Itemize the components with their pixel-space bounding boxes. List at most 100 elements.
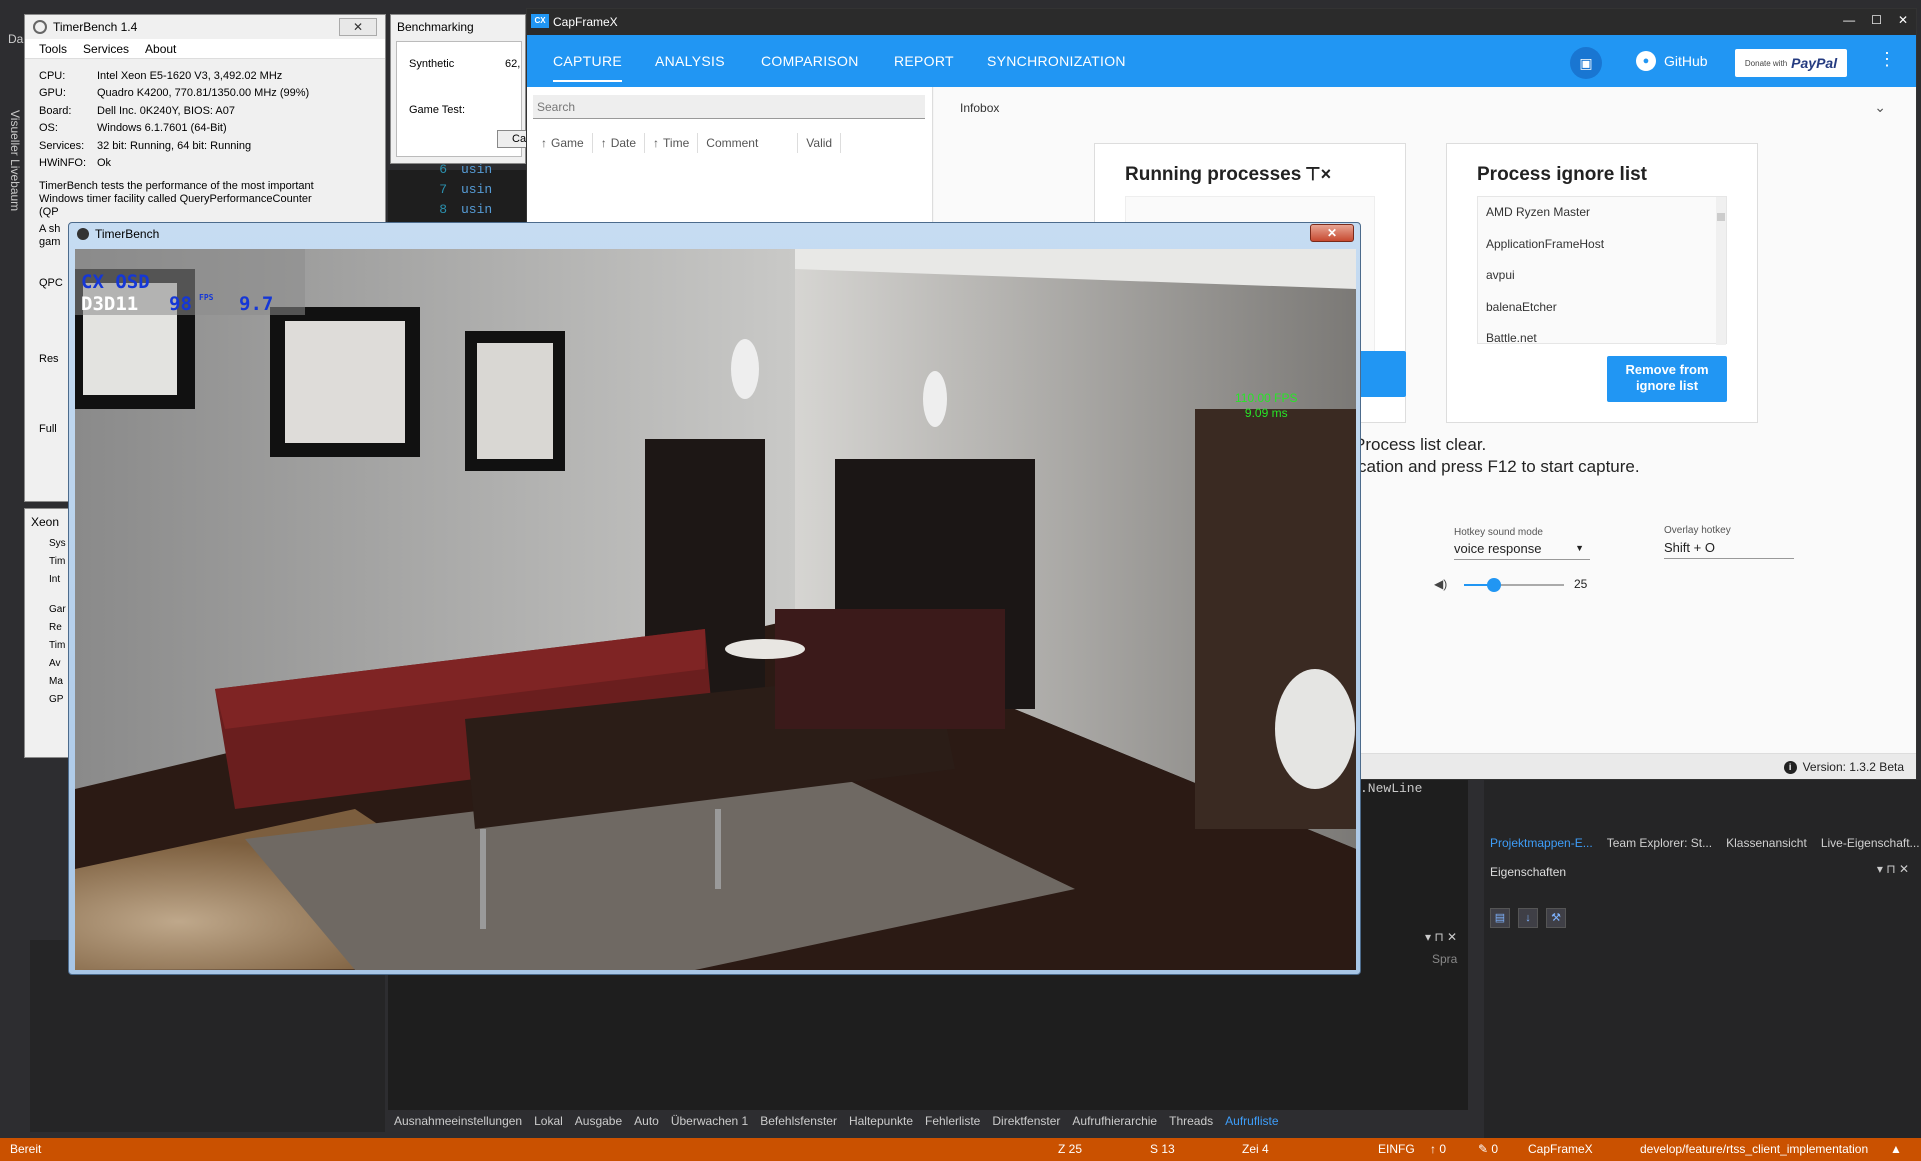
status-push-count[interactable]: ↑ 0 [1430, 1142, 1446, 1156]
tab-synchronization[interactable]: SYNCHRONIZATION [987, 53, 1126, 69]
tab-error-list[interactable]: Fehlerliste [925, 1114, 980, 1128]
info-value: Ok [97, 157, 112, 170]
tab-report[interactable]: REPORT [894, 53, 954, 69]
scrollbar-thumb[interactable] [1717, 213, 1725, 221]
menu-tools[interactable]: Tools [39, 42, 67, 56]
menu-services[interactable]: Services [83, 42, 129, 56]
speaker-icon: ◀) [1434, 577, 1448, 591]
capframex-titlebar: CX CapFrameX — ☐ ✕ [527, 9, 1916, 35]
desc-line: Windows timer facility called QueryPerfo… [39, 193, 312, 205]
version-info: i Version: 1.3.2 Beta [1783, 760, 1904, 774]
filter-clear-icon[interactable]: ⊤× [1305, 164, 1331, 185]
info-value: Windows 6.1.7601 (64-Bit) [97, 122, 227, 135]
wrench-icon[interactable]: ⚒ [1546, 908, 1566, 928]
vs-left-label: Da [8, 32, 24, 46]
column-label: Date [610, 136, 637, 150]
tab-immediate[interactable]: Direktfenster [992, 1114, 1060, 1128]
hotkey-sound-select[interactable]: voice response ▼ [1454, 541, 1590, 560]
tab-breakpoints[interactable]: Haltepunkte [849, 1114, 913, 1128]
tab-exception-settings[interactable]: Ausnahmeeinstellungen [394, 1114, 522, 1128]
tab-output[interactable]: Ausgabe [575, 1114, 622, 1128]
tab-class-view[interactable]: Klassenansicht [1726, 836, 1807, 850]
screenshot-icon[interactable]: ▣ [1570, 47, 1602, 79]
tab-capture[interactable]: CAPTURE [553, 53, 622, 82]
process-ignore-title: Process ignore list [1477, 164, 1648, 185]
close-button[interactable]: ✕ [339, 18, 377, 36]
process-ignore-list[interactable]: AMD Ryzen Master ApplicationFrameHost av… [1477, 196, 1727, 345]
visual-tree-tab[interactable]: Visueller Livebaum [8, 110, 22, 211]
status-changes-count[interactable]: ✎ 0 [1478, 1142, 1498, 1156]
code-keyword: usin [461, 202, 493, 217]
status-caret-icon[interactable]: ▲ [1890, 1142, 1902, 1156]
add-to-ignore-button[interactable] [1354, 351, 1406, 397]
status-branch[interactable]: develop/feature/rtss_client_implementati… [1640, 1142, 1868, 1156]
tab-comparison[interactable]: COMPARISON [761, 53, 859, 69]
close-icon[interactable]: ✕ [1898, 13, 1908, 27]
column-time[interactable]: ↑ Time [645, 133, 699, 153]
status-message-1: Process list clear. [1354, 435, 1487, 454]
minimize-icon[interactable]: — [1843, 13, 1855, 27]
column-game[interactable]: ↑ Game [533, 133, 593, 153]
sort-icon: ↑ [541, 136, 547, 150]
properties-controls[interactable]: ▾ ⊓ ✕ [1877, 862, 1909, 876]
synthetic-value: 62, [505, 58, 521, 70]
running-processes-title: Running processes [1125, 164, 1302, 185]
capframex-title: CapFrameX [553, 15, 618, 29]
full-label: Full [39, 423, 57, 435]
categorized-icon[interactable]: ▤ [1490, 908, 1510, 928]
list-item[interactable]: avpui [1478, 260, 1726, 292]
cancel-button[interactable]: Ca [497, 130, 527, 148]
close-button[interactable]: ✕ [1310, 224, 1354, 242]
list-item[interactable]: balenaEtcher [1478, 292, 1726, 324]
solution-tabs: Projektmappen-E... Team Explorer: St... … [1484, 832, 1920, 854]
volume-value: 25 [1574, 577, 1588, 591]
tab-call-hierarchy[interactable]: Aufrufhierarchie [1072, 1114, 1157, 1128]
list-item[interactable]: ApplicationFrameHost [1478, 229, 1726, 261]
tab-command-window[interactable]: Befehlsfenster [760, 1114, 837, 1128]
github-label: GitHub [1664, 53, 1708, 69]
game-test-label: Game Test: [409, 104, 466, 116]
tab-watch[interactable]: Überwachen 1 [671, 1114, 748, 1128]
overlay-frametime: 9.09 ms [1244, 406, 1288, 420]
chevron-down-icon[interactable]: ⌄ [1874, 99, 1886, 116]
panel-language-label: Spra [1432, 952, 1458, 966]
tab-locals[interactable]: Lokal [534, 1114, 563, 1128]
search-input[interactable]: Search [533, 95, 925, 119]
process-ignore-card: Process ignore list AMD Ryzen Master App… [1446, 143, 1758, 423]
tab-threads[interactable]: Threads [1169, 1114, 1213, 1128]
tab-live-properties[interactable]: Live-Eigenschaft... [1821, 836, 1920, 850]
info-icon: i [1783, 760, 1797, 774]
overlay-hotkey-input[interactable]: Shift + O [1664, 540, 1794, 559]
more-menu-icon[interactable]: ⋮ [1878, 49, 1896, 70]
column-comment[interactable]: Comment [698, 133, 799, 153]
column-valid[interactable]: Valid [798, 133, 842, 153]
remove-from-ignore-button[interactable]: Remove from ignore list [1607, 356, 1727, 402]
status-line: Z 25 [1058, 1142, 1083, 1156]
tab-solution-explorer[interactable]: Projektmappen-E... [1490, 836, 1593, 850]
tab-autos[interactable]: Auto [634, 1114, 659, 1128]
column-date[interactable]: ↑ Date [593, 133, 646, 153]
status-column: S 13 [1150, 1142, 1175, 1156]
render-titlebar: TimerBench [77, 227, 159, 241]
github-link[interactable]: ● GitHub [1636, 51, 1708, 71]
menu-about[interactable]: About [145, 42, 176, 56]
benchmarking-window: Benchmarking Synthetic 62, Game Test: Ca [390, 14, 527, 164]
list-item[interactable]: AMD Ryzen Master [1478, 197, 1726, 229]
capframex-logo: CX [531, 14, 549, 28]
properties-title: Eigenschaften [1490, 865, 1567, 879]
alphabetical-icon[interactable]: ↓ [1518, 908, 1538, 928]
tab-team-explorer[interactable]: Team Explorer: St... [1607, 836, 1712, 850]
status-repo[interactable]: CapFrameX [1528, 1142, 1593, 1156]
button-label-line: ignore list [1635, 378, 1699, 393]
game-viewport[interactable]: CX OSD D3D11 98 FPS 9.7 110.00 FPS 9.09 … [75, 249, 1356, 970]
volume-slider-knob[interactable] [1487, 578, 1501, 592]
list-item[interactable]: Battle.net [1478, 323, 1726, 355]
scrollbar[interactable] [1716, 197, 1726, 345]
code-newline-fragment: .NewLine [1360, 781, 1423, 796]
panel-controls[interactable]: ▾ ⊓ ✕ [1425, 930, 1457, 944]
tab-call-stack[interactable]: Aufrufliste [1225, 1114, 1278, 1128]
volume-slider[interactable] [1464, 578, 1564, 592]
maximize-icon[interactable]: ☐ [1871, 13, 1882, 27]
tab-analysis[interactable]: ANALYSIS [655, 53, 725, 69]
paypal-donate-button[interactable]: Donate with PayPal [1735, 49, 1847, 77]
